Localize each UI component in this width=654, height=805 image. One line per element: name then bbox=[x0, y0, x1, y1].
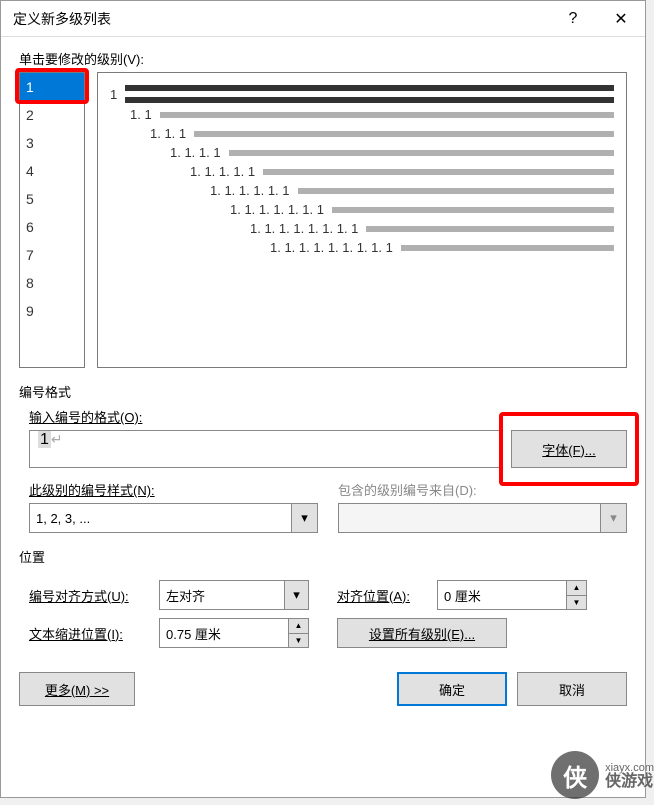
number-format-input[interactable]: 1↵ bbox=[29, 430, 501, 468]
preview-line: 1 bbox=[110, 85, 614, 103]
help-button[interactable]: ? bbox=[549, 1, 597, 37]
text-indent-spinner[interactable]: 0.75 厘米 ▲▼ bbox=[159, 618, 309, 648]
more-button[interactable]: 更多(M) >> bbox=[19, 672, 135, 706]
preview-line: 1. 1 bbox=[130, 107, 614, 122]
include-level-label: 包含的级别编号来自(D): bbox=[338, 480, 627, 499]
spin-up-icon[interactable]: ▲ bbox=[288, 619, 308, 634]
dialog: 定义新多级列表 ? ✕ 单击要修改的级别(V): 1 2 3 4 5 6 7 8… bbox=[0, 0, 646, 798]
preview-line: 1. 1. 1. 1. 1. 1. 1. 1. 1 bbox=[270, 240, 614, 255]
spin-down-icon[interactable]: ▼ bbox=[288, 634, 308, 648]
preview-line: 1. 1. 1. 1. 1. 1. 1 bbox=[230, 202, 614, 217]
levels-label: 单击要修改的级别(V): bbox=[19, 49, 627, 68]
number-style-combo[interactable]: 1, 2, 3, ... ▾ bbox=[29, 503, 318, 533]
level-item-6[interactable]: 6 bbox=[20, 213, 84, 241]
ok-button[interactable]: 确定 bbox=[397, 672, 507, 706]
spin-down-icon[interactable]: ▼ bbox=[566, 596, 586, 610]
level-item-7[interactable]: 7 bbox=[20, 241, 84, 269]
preview-line: 1. 1. 1. 1. 1. 1 bbox=[210, 183, 614, 198]
level-item-4[interactable]: 4 bbox=[20, 157, 84, 185]
close-button[interactable]: ✕ bbox=[597, 1, 645, 37]
dialog-title: 定义新多级列表 bbox=[13, 9, 549, 29]
chevron-down-icon: ▾ bbox=[284, 581, 308, 609]
preview-line: 1. 1. 1. 1. 1 bbox=[190, 164, 614, 179]
position-section-title: 位置 bbox=[19, 547, 627, 566]
cancel-button[interactable]: 取消 bbox=[517, 672, 627, 706]
preview-line: 1. 1. 1. 1 bbox=[170, 145, 614, 160]
chevron-down-icon: ▾ bbox=[600, 504, 626, 532]
format-section-title: 编号格式 bbox=[19, 382, 627, 401]
level-item-3[interactable]: 3 bbox=[20, 129, 84, 157]
text-indent-label: 文本缩进位置(I): bbox=[29, 624, 149, 643]
align-combo[interactable]: 左对齐 ▾ bbox=[159, 580, 309, 610]
level-list[interactable]: 1 2 3 4 5 6 7 8 9 bbox=[19, 72, 85, 368]
include-level-combo: ▾ bbox=[338, 503, 627, 533]
set-all-levels-button[interactable]: 设置所有级别(E)... bbox=[337, 618, 507, 648]
titlebar: 定义新多级列表 ? ✕ bbox=[1, 1, 645, 37]
level-item-2[interactable]: 2 bbox=[20, 101, 84, 129]
align-label: 编号对齐方式(U): bbox=[29, 586, 149, 605]
preview-pane: 1 1. 1 1. 1. 1 1. 1. 1. 1 1. 1. 1. 1. 1 1. 1.… bbox=[97, 72, 627, 368]
number-style-label: 此级别的编号样式(N): bbox=[29, 480, 318, 499]
level-item-8[interactable]: 8 bbox=[20, 269, 84, 297]
chevron-down-icon: ▾ bbox=[291, 504, 317, 532]
preview-line: 1. 1. 1. 1. 1. 1. 1. 1 bbox=[250, 221, 614, 236]
level-item-9[interactable]: 9 bbox=[20, 297, 84, 325]
level-item-5[interactable]: 5 bbox=[20, 185, 84, 213]
align-position-spinner[interactable]: 0 厘米 ▲▼ bbox=[437, 580, 587, 610]
format-input-label: 输入编号的格式(O): bbox=[29, 407, 627, 426]
align-position-label: 对齐位置(A): bbox=[337, 586, 427, 605]
preview-line: 1. 1. 1 bbox=[150, 126, 614, 141]
font-button[interactable]: 字体(F)... bbox=[511, 430, 627, 468]
spin-up-icon[interactable]: ▲ bbox=[566, 581, 586, 596]
dialog-content: 单击要修改的级别(V): 1 2 3 4 5 6 7 8 9 1 1. 1 1. 1… bbox=[1, 37, 645, 720]
level-item-1[interactable]: 1 bbox=[20, 73, 84, 101]
